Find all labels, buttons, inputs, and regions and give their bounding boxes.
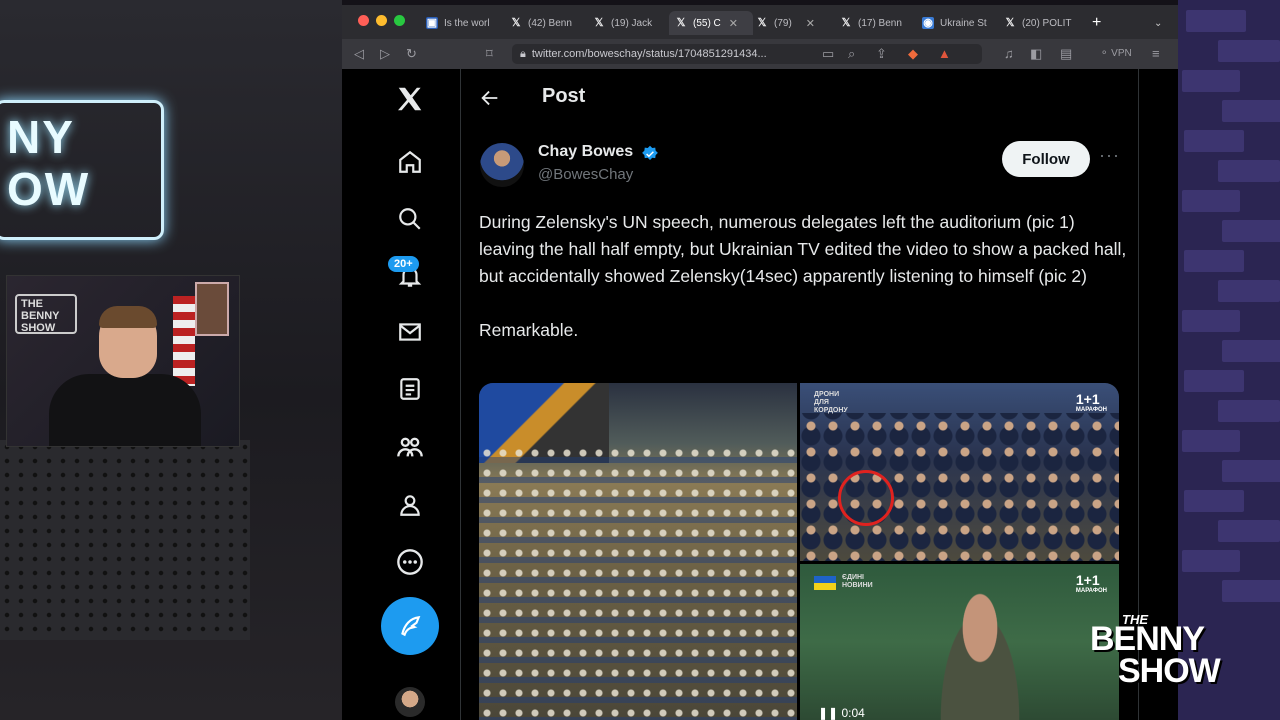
back-arrow-icon[interactable] — [479, 87, 503, 111]
flag — [173, 296, 195, 386]
profile-icon[interactable] — [392, 487, 428, 523]
browser-window: ▣ Is the worl 𝕏 (42) Benn 𝕏 (19) Jack 𝕏 … — [342, 5, 1178, 720]
tab-4[interactable]: 𝕏 (79) ✕ — [756, 11, 832, 35]
author-avatar[interactable] — [480, 143, 524, 187]
address-bar: ◁ ▷ ↻ ⌑ 🔒︎ twitter.com/boweschay/status/1… — [342, 39, 1178, 69]
x-logo-icon: 𝕏 — [511, 17, 521, 29]
x-logo-icon: 𝕏 — [594, 17, 604, 29]
url-text: twitter.com/boweschay/status/17048512914… — [531, 48, 767, 60]
minimize-window-button[interactable] — [376, 15, 387, 26]
channel-logo: 1+1 МАРАФОН — [1075, 391, 1107, 413]
post-more-icon[interactable]: ··· — [1099, 145, 1120, 166]
page-title: Post — [542, 85, 586, 107]
lock-icon: 🔒︎ — [520, 48, 526, 60]
tab-bar: ▣ Is the worl 𝕏 (42) Benn 𝕏 (19) Jack 𝕏 … — [342, 5, 1178, 39]
rewards-icon[interactable]: ▲ — [938, 45, 951, 63]
pegboard — [0, 440, 250, 640]
menu-icon[interactable]: ≡ — [1152, 45, 1160, 63]
home-icon[interactable] — [392, 144, 428, 180]
media-image-2[interactable]: ДРОНИ ДЛЯ КОРДОНУ 1+1 МАРАФОН — [800, 383, 1119, 561]
tab-title: (19) Jack — [611, 17, 653, 29]
notifications-badge: 20+ — [388, 256, 419, 272]
assembly-seats — [479, 443, 797, 720]
tab-title: (55) C — [693, 17, 721, 29]
close-window-button[interactable] — [358, 15, 369, 26]
share-icon[interactable]: ⇪ — [876, 45, 887, 63]
back-nav-icon[interactable]: ◁ — [354, 45, 364, 63]
tab-3-active[interactable]: 𝕏 (55) C ✕ — [669, 11, 753, 35]
red-circle-highlight — [838, 470, 894, 526]
tab-title: (42) Benn — [528, 17, 572, 29]
post-column: Post Chay Bowes @BowesChay Follow ··· Du… — [461, 69, 1139, 720]
x-logo-icon: 𝕏 — [1005, 17, 1015, 29]
video-timestamp: ❚❚ 0:04 — [818, 706, 865, 720]
zoom-window-button[interactable] — [394, 15, 405, 26]
tab-title: (79) — [774, 17, 792, 29]
show-watermark-logo: THE BENNY SHOW — [1090, 612, 1221, 690]
tab-title: Is the worl — [444, 17, 490, 29]
wall-portrait — [195, 282, 229, 336]
reload-icon[interactable]: ↻ — [406, 45, 417, 63]
zoom-icon[interactable]: ⌕ — [848, 45, 855, 63]
tab-7[interactable]: 𝕏 (20) POLIT — [1004, 11, 1080, 35]
verified-badge-icon — [642, 145, 658, 160]
media-video-3[interactable]: ЄДИНІ НОВИНИ 1+1 МАРАФОН ❚❚ 0:04 — [800, 564, 1119, 720]
x-logo-icon: 𝕏 — [757, 17, 767, 29]
messages-icon[interactable] — [392, 314, 428, 350]
tab-1[interactable]: 𝕏 (42) Benn — [510, 11, 586, 35]
x-home-logo-icon[interactable] — [392, 81, 428, 117]
compose-post-button[interactable] — [381, 597, 439, 655]
ukraine-flag-icon — [814, 576, 836, 590]
tab-0[interactable]: ▣ Is the worl — [426, 11, 506, 35]
follow-button[interactable]: Follow — [1002, 141, 1090, 177]
media-image-1[interactable] — [479, 383, 797, 720]
tab-list-chevron-icon[interactable]: ⌄ — [1154, 11, 1168, 35]
lists-icon[interactable] — [392, 371, 428, 407]
close-tab-icon[interactable]: ✕ — [806, 17, 815, 30]
news-icon: ▣ — [426, 17, 438, 29]
channel-logo: 1+1 МАРАФОН — [1075, 572, 1107, 594]
wallet-icon[interactable]: ▤ — [1060, 45, 1072, 63]
shield-icon[interactable]: ◆ — [908, 45, 918, 63]
music-icon[interactable]: ♫ — [1004, 45, 1014, 63]
tab-title: (20) POLIT — [1022, 17, 1072, 29]
cast-icon[interactable]: ▭ — [822, 45, 834, 63]
bookmark-icon[interactable]: ⌑ — [486, 45, 493, 63]
tab-2[interactable]: 𝕏 (19) Jack — [593, 11, 667, 35]
author-handle[interactable]: @BowesChay — [538, 166, 633, 183]
tab-5[interactable]: 𝕏 (17) Benn — [840, 11, 914, 35]
tab-6[interactable]: ◉ Ukraine St — [922, 11, 998, 35]
twitter-page: 20+ Post Chay Bowes @BowesChay Follow ··… — [342, 69, 1178, 720]
feather-icon — [401, 616, 421, 637]
vpn-button[interactable]: ⚬ VPN — [1100, 45, 1132, 63]
communities-icon[interactable] — [392, 429, 428, 465]
forward-nav-icon[interactable]: ▷ — [380, 45, 390, 63]
webcam-feed: THE BENNY SHOW — [6, 275, 240, 447]
pic2-caption: ДРОНИ ДЛЯ КОРДОНУ — [814, 391, 848, 414]
pause-icon: ❚❚ — [818, 706, 839, 720]
search-icon[interactable] — [392, 201, 428, 237]
neon-sign: NY OW — [0, 100, 164, 240]
x-logo-icon: 𝕏 — [841, 17, 851, 29]
x-logo-icon: 𝕏 — [676, 17, 686, 29]
account-avatar[interactable] — [395, 687, 425, 717]
left-nav: 20+ — [342, 69, 461, 720]
more-options-icon[interactable] — [392, 544, 428, 580]
presenter-hair — [99, 306, 157, 328]
sidebar-icon[interactable]: ◧ — [1030, 45, 1042, 63]
author-name[interactable]: Chay Bowes — [538, 143, 633, 161]
tab-title: (17) Benn — [858, 17, 902, 29]
speaker-figure — [930, 586, 1030, 720]
tweet-media-grid: ДРОНИ ДЛЯ КОРДОНУ 1+1 МАРАФОН ЄДИНІ НОВИ… — [479, 383, 1119, 720]
presenter-body — [49, 374, 201, 446]
tab-title: Ukraine St — [940, 17, 987, 29]
tweet-text: During Zelensky's UN speech, numerous de… — [479, 212, 1127, 340]
close-tab-icon[interactable]: ✕ — [729, 17, 738, 30]
web-icon: ◉ — [922, 17, 934, 29]
new-tab-button[interactable]: + — [1092, 11, 1108, 35]
webcam-show-logo: THE BENNY SHOW — [15, 294, 77, 334]
pic3-caption: ЄДИНІ НОВИНИ — [842, 574, 873, 589]
